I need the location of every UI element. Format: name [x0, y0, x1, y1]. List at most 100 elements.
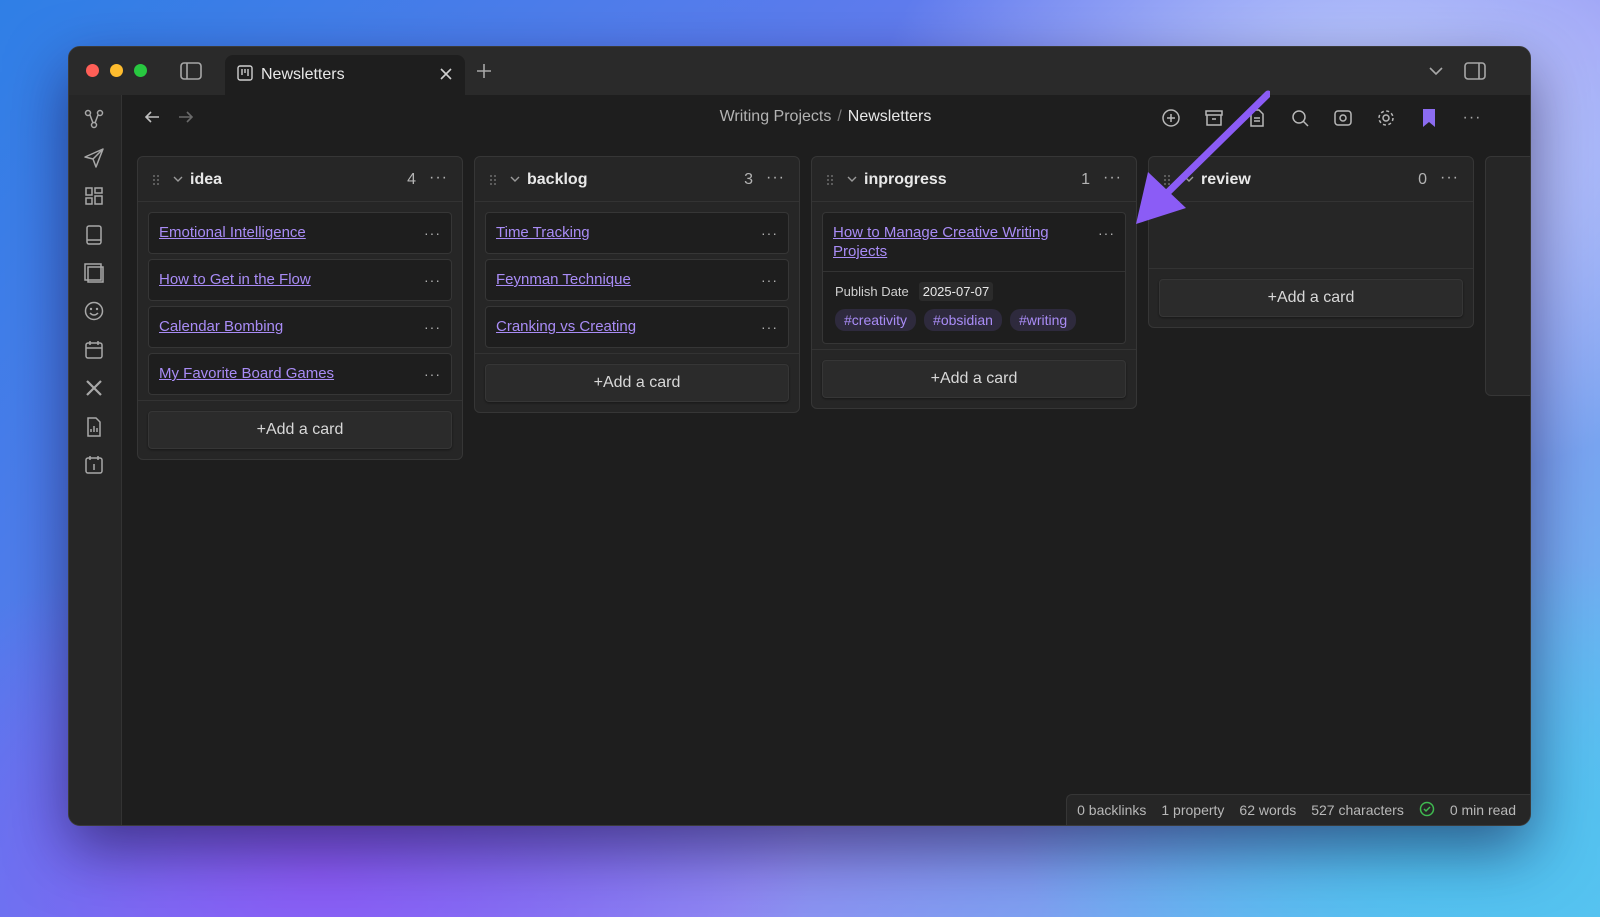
status-bar: 0 backlinks 1 property 62 words 527 char…: [1066, 794, 1530, 825]
lane-idea: idea 4 ··· Emotional Intelligence ··· How…: [137, 156, 463, 460]
lane-count: 4: [407, 171, 416, 188]
reading-time: 0 min read: [1449, 802, 1516, 818]
zoom-window-button[interactable]: [134, 64, 147, 77]
report-icon[interactable]: [83, 416, 105, 438]
tag-list: #creativity #obsidian #writing: [835, 309, 1113, 331]
card[interactable]: How to Get in the Flow ···: [148, 259, 452, 301]
lane-count: 0: [1418, 171, 1427, 188]
tools-icon[interactable]: [83, 377, 105, 399]
tab-list-chevron-down-icon[interactable]: [1426, 61, 1446, 81]
search-icon[interactable]: [1289, 107, 1311, 129]
card-link[interactable]: How to Get in the Flow: [149, 260, 451, 299]
lane-title[interactable]: idea: [190, 171, 222, 189]
lane-partial: [1485, 156, 1530, 396]
properties-count: 1 property: [1161, 802, 1225, 818]
collapse-chevron-icon[interactable]: [172, 172, 184, 190]
lane-more-icon[interactable]: ···: [766, 169, 785, 187]
daily-note-icon[interactable]: [83, 454, 105, 476]
lane-inprogress: inprogress 1 ··· How to Manage Creative …: [811, 156, 1137, 409]
breadcrumb-separator: /: [837, 108, 842, 125]
title-bar: Newsletters: [69, 47, 1530, 95]
card-link[interactable]: Calendar Bombing: [149, 307, 451, 346]
lane-header: inprogress 1 ···: [812, 157, 1136, 202]
close-window-button[interactable]: [86, 64, 99, 77]
close-tab-icon[interactable]: [439, 67, 453, 86]
card[interactable]: How to Manage Creative Writing Projects …: [822, 212, 1126, 344]
annotation-arrow-icon: [1136, 90, 1270, 224]
app-window: Newsletters Writing Projects / Newslette…: [68, 46, 1531, 826]
property-label: Publish Date: [835, 284, 909, 299]
lane-title[interactable]: inprogress: [864, 171, 947, 189]
collapse-chevron-icon[interactable]: [509, 172, 521, 190]
new-tab-icon[interactable]: [473, 60, 495, 82]
card[interactable]: Cranking vs Creating ···: [485, 306, 789, 348]
settings-gear-icon[interactable]: [1375, 107, 1397, 129]
gallery-icon[interactable]: [83, 262, 105, 284]
property-value[interactable]: 2025-07-07: [918, 282, 994, 301]
add-card-button[interactable]: +Add a card: [148, 411, 452, 449]
tab-title: Newsletters: [261, 66, 345, 83]
view-mode-icon[interactable]: [1332, 107, 1354, 129]
minimize-window-button[interactable]: [110, 64, 123, 77]
toggle-left-sidebar-icon[interactable]: [179, 60, 203, 82]
character-count: 527 characters: [1311, 802, 1404, 818]
tab-newsletters[interactable]: Newsletters: [225, 55, 465, 95]
card-link[interactable]: My Favorite Board Games: [149, 354, 451, 393]
smiley-icon[interactable]: [83, 300, 105, 322]
card[interactable]: Calendar Bombing ···: [148, 306, 452, 348]
card[interactable]: Emotional Intelligence ···: [148, 212, 452, 254]
send-icon[interactable]: [83, 147, 105, 169]
toggle-right-sidebar-icon[interactable]: [1463, 60, 1487, 82]
lane-header: idea 4 ···: [138, 157, 462, 202]
card-more-icon[interactable]: ···: [761, 272, 778, 288]
drag-handle-icon[interactable]: [152, 173, 160, 185]
lane-title[interactable]: backlog: [527, 171, 587, 189]
card-link[interactable]: Time Tracking: [486, 213, 788, 252]
graph-view-icon[interactable]: [83, 108, 105, 130]
sync-check-icon[interactable]: [1419, 801, 1435, 820]
drag-handle-icon[interactable]: [489, 173, 497, 185]
card[interactable]: My Favorite Board Games ···: [148, 353, 452, 395]
dashboard-icon[interactable]: [83, 185, 105, 207]
tag[interactable]: #writing: [1009, 309, 1077, 331]
lane-header: backlog 3 ···: [475, 157, 799, 202]
tag[interactable]: #obsidian: [924, 309, 1002, 331]
card[interactable]: Time Tracking ···: [485, 212, 789, 254]
calendar-icon[interactable]: [83, 339, 105, 361]
word-count: 62 words: [1239, 802, 1297, 818]
add-card-button[interactable]: +Add a card: [1159, 279, 1463, 317]
card-link[interactable]: Emotional Intelligence: [149, 213, 451, 252]
view-header: Writing Projects / Newsletters ···: [121, 95, 1530, 141]
book-icon[interactable]: [83, 224, 105, 246]
card-more-icon[interactable]: ···: [424, 272, 441, 288]
card-metadata: Publish Date 2025-07-07 #creativity #obs…: [823, 271, 1125, 343]
bookmark-icon[interactable]: [1418, 107, 1440, 129]
kanban-icon: [237, 64, 253, 86]
card-link[interactable]: How to Manage Creative Writing Projects: [823, 213, 1125, 271]
lane-backlog: backlog 3 ··· Time Tracking ··· Feynman T…: [474, 156, 800, 413]
drag-handle-icon[interactable]: [826, 173, 834, 185]
card-more-icon[interactable]: ···: [424, 366, 441, 382]
card-more-icon[interactable]: ···: [1098, 225, 1115, 241]
card-more-icon[interactable]: ···: [761, 225, 778, 241]
tag[interactable]: #creativity: [835, 309, 917, 331]
card-more-icon[interactable]: ···: [424, 319, 441, 335]
lane-count: 1: [1081, 171, 1090, 188]
lane-more-icon[interactable]: ···: [1440, 169, 1459, 187]
card-link[interactable]: Cranking vs Creating: [486, 307, 788, 346]
breadcrumb-parent[interactable]: Writing Projects: [720, 108, 832, 125]
card-more-icon[interactable]: ···: [761, 319, 778, 335]
backlinks-count[interactable]: 0 backlinks: [1077, 802, 1146, 818]
add-card-button[interactable]: +Add a card: [485, 364, 789, 402]
add-card-button[interactable]: +Add a card: [822, 360, 1126, 398]
breadcrumb-current[interactable]: Newsletters: [848, 108, 932, 125]
lane-count: 3: [744, 171, 753, 188]
left-ribbon: [69, 95, 122, 825]
collapse-chevron-icon[interactable]: [846, 172, 858, 190]
card-link[interactable]: Feynman Technique: [486, 260, 788, 299]
lane-more-icon[interactable]: ···: [429, 169, 448, 187]
card[interactable]: Feynman Technique ···: [485, 259, 789, 301]
card-more-icon[interactable]: ···: [424, 225, 441, 241]
breadcrumb: Writing Projects / Newsletters: [121, 108, 1530, 126]
more-options-icon[interactable]: ···: [1461, 107, 1483, 129]
